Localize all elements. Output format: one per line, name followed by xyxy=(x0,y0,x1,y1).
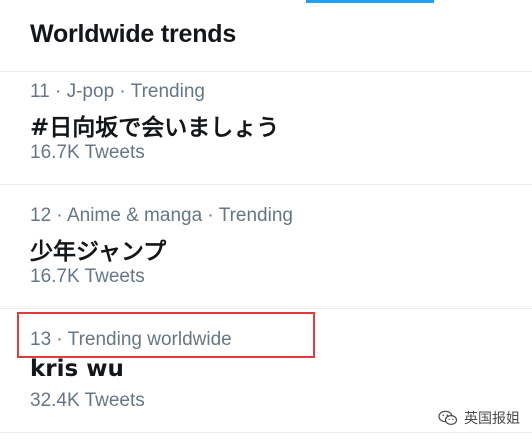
trend-tweet-count: 32.4K Tweets xyxy=(30,390,145,411)
trend-item-11[interactable]: 11 · J-pop · Trending #日向坂で会いましょう 16.7K … xyxy=(0,72,532,185)
watermark-text: 英国报姐 xyxy=(464,411,520,427)
trend-context: 12 · Anime & manga · Trending xyxy=(30,205,293,226)
trend-context: 11 · J-pop · Trending xyxy=(30,81,205,102)
trend-name: kris wu xyxy=(30,356,124,382)
watermark: 英国报姐 xyxy=(438,408,520,428)
wechat-icon xyxy=(438,410,458,426)
highlight-annotation-box xyxy=(17,312,315,358)
trend-tweet-count: 16.7K Tweets xyxy=(30,142,145,163)
trend-item-12[interactable]: 12 · Anime & manga · Trending 少年ジャンプ 16.… xyxy=(0,185,532,309)
trends-header: Worldwide trends xyxy=(0,0,532,72)
trend-name: #日向坂で会いましょう xyxy=(30,115,280,141)
trend-name: 少年ジャンプ xyxy=(30,239,167,265)
trend-tweet-count: 16.7K Tweets xyxy=(30,266,145,287)
page-title: Worldwide trends xyxy=(30,20,237,48)
